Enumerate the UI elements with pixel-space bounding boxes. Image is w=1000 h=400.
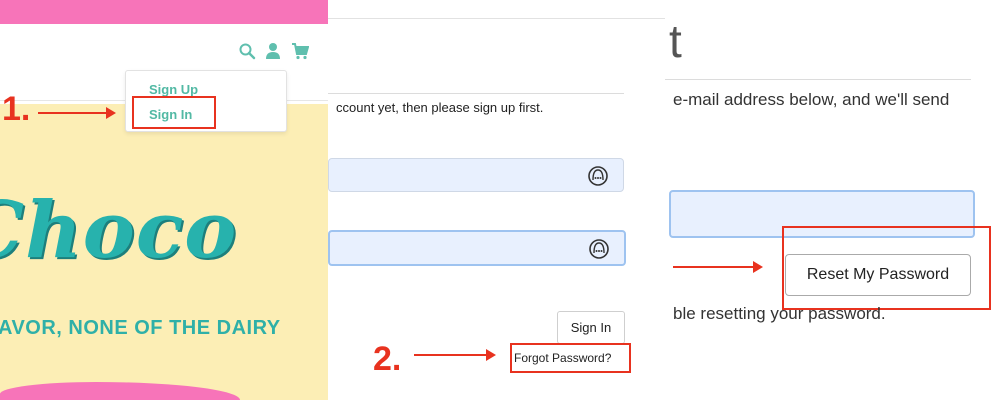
page-title-fragment: t <box>669 15 682 67</box>
step-2-arrow <box>414 349 496 361</box>
highlight-box-reset-button <box>782 226 991 310</box>
highlight-box-sign-in <box>132 96 216 129</box>
highlight-box-forgot-password <box>510 343 631 373</box>
cart-icon[interactable] <box>291 42 309 60</box>
step-2-label: 2. <box>373 340 402 378</box>
sign-up-link[interactable]: Sign Up <box>149 82 198 97</box>
password-field[interactable] <box>328 230 626 266</box>
password-key-icon[interactable] <box>587 165 609 187</box>
title-divider <box>665 79 971 80</box>
header-divider <box>328 18 665 19</box>
hero-tagline: AVOR, NONE OF THE DAIRY <box>0 317 281 339</box>
site-home-panel: Sign Up Sign In Choco AVOR, NONE OF THE … <box>0 0 328 400</box>
reset-instructions: e-mail address below, and we'll send <box>673 90 950 109</box>
step-1-label: 1. <box>2 90 31 128</box>
sign-up-hint: ccount yet, then please sign up first. <box>336 100 544 115</box>
top-banner <box>0 0 328 24</box>
sign-in-button[interactable]: Sign In <box>557 311 625 344</box>
password-key-icon[interactable] <box>588 238 610 260</box>
hero-brand-title: Choco <box>0 185 238 276</box>
reset-help-text: ble resetting your password. <box>673 304 886 323</box>
step-3-arrow <box>673 261 763 273</box>
search-icon[interactable] <box>238 42 256 60</box>
username-field[interactable] <box>328 158 624 192</box>
sign-in-panel: ccount yet, then please sign up first. S… <box>328 0 665 400</box>
title-divider <box>328 93 624 94</box>
step-1-arrow <box>38 107 116 119</box>
user-icon[interactable] <box>264 42 282 60</box>
reset-password-panel: t e-mail address below, and we'll send R… <box>665 0 1000 400</box>
